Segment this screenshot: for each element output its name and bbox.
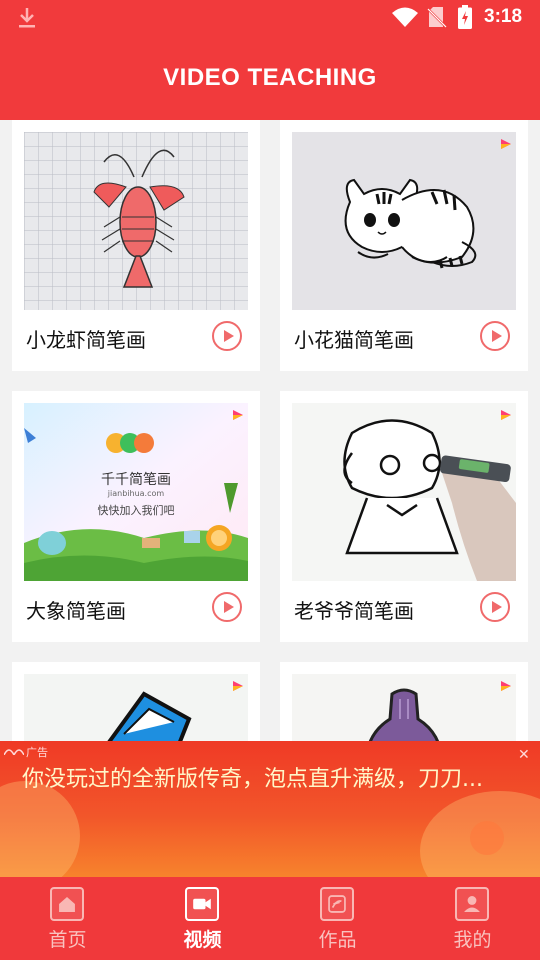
bottom-navigation: 首页 视频 作品 我的 bbox=[0, 877, 540, 960]
nav-label: 我的 bbox=[453, 929, 492, 951]
brand-url: jianbihua.com bbox=[107, 489, 165, 498]
video-platform-icon bbox=[501, 681, 511, 691]
video-platform-icon bbox=[501, 410, 511, 420]
grandpa-thumbnail-image bbox=[292, 403, 516, 581]
no-sim-icon bbox=[427, 7, 447, 28]
video-platform-icon bbox=[233, 681, 243, 691]
ad-wave-icon bbox=[4, 749, 24, 755]
nav-item-works[interactable]: 作品 bbox=[270, 877, 405, 960]
video-title[interactable]: 小花猫简笔画 bbox=[294, 324, 414, 353]
app-header: 3:18 VIDEO TEACHING bbox=[0, 0, 540, 120]
video-thumbnail[interactable] bbox=[24, 132, 248, 310]
nav-item-video[interactable]: 视频 bbox=[135, 877, 270, 960]
battery-charging-icon bbox=[458, 5, 472, 29]
ad-decoration bbox=[0, 781, 80, 877]
video-title[interactable]: 大象简笔画 bbox=[26, 595, 126, 624]
video-card[interactable]: 千千简笔画 jianbihua.com 快快加入我们吧 大象简笔画 bbox=[12, 391, 260, 642]
profile-icon bbox=[455, 887, 489, 921]
ad-text[interactable]: 你没玩过的全新版传奇，泡点直升满级，刀刀... bbox=[22, 761, 522, 793]
nav-item-home[interactable]: 首页 bbox=[0, 877, 135, 960]
video-platform-icon bbox=[233, 410, 243, 420]
download-icon bbox=[19, 8, 35, 28]
wifi-icon bbox=[392, 7, 418, 27]
works-icon bbox=[320, 887, 354, 921]
video-title[interactable]: 老爷爷简笔画 bbox=[294, 595, 414, 624]
play-icon[interactable] bbox=[480, 592, 510, 622]
status-time: 3:18 bbox=[484, 6, 523, 27]
video-camera-icon bbox=[185, 887, 219, 921]
play-icon[interactable] bbox=[212, 321, 242, 351]
status-bar: 3:18 bbox=[0, 0, 540, 36]
brand-name: 千千简笔画 bbox=[101, 472, 171, 488]
video-thumbnail[interactable] bbox=[292, 132, 516, 310]
cat-thumbnail-image bbox=[292, 132, 516, 310]
video-card[interactable]: 小花猫简笔画 bbox=[280, 120, 528, 371]
play-icon[interactable] bbox=[212, 592, 242, 622]
ad-banner[interactable]: 广告 ✕ 你没玩过的全新版传奇，泡点直升满级，刀刀... bbox=[0, 741, 540, 877]
play-icon[interactable] bbox=[480, 321, 510, 351]
video-card[interactable]: 小龙虾简笔画 bbox=[12, 120, 260, 371]
video-title[interactable]: 小龙虾简笔画 bbox=[26, 324, 146, 353]
video-thumbnail[interactable]: 千千简笔画 jianbihua.com 快快加入我们吧 bbox=[24, 403, 248, 581]
brand-slogan: 快快加入我们吧 bbox=[97, 504, 175, 517]
ad-decoration bbox=[470, 821, 504, 855]
ad-label: 广告 bbox=[26, 746, 48, 759]
crayfish-thumbnail-image bbox=[24, 132, 248, 310]
nav-label: 作品 bbox=[318, 929, 357, 951]
nav-item-profile[interactable]: 我的 bbox=[405, 877, 540, 960]
video-platform-icon bbox=[501, 139, 511, 149]
nav-label: 首页 bbox=[48, 929, 87, 951]
nav-label: 视频 bbox=[183, 929, 222, 951]
page-title: VIDEO TEACHING bbox=[163, 64, 377, 91]
home-icon bbox=[50, 887, 84, 921]
video-thumbnail[interactable] bbox=[292, 403, 516, 581]
video-card[interactable]: 老爷爷简笔画 bbox=[280, 391, 528, 642]
